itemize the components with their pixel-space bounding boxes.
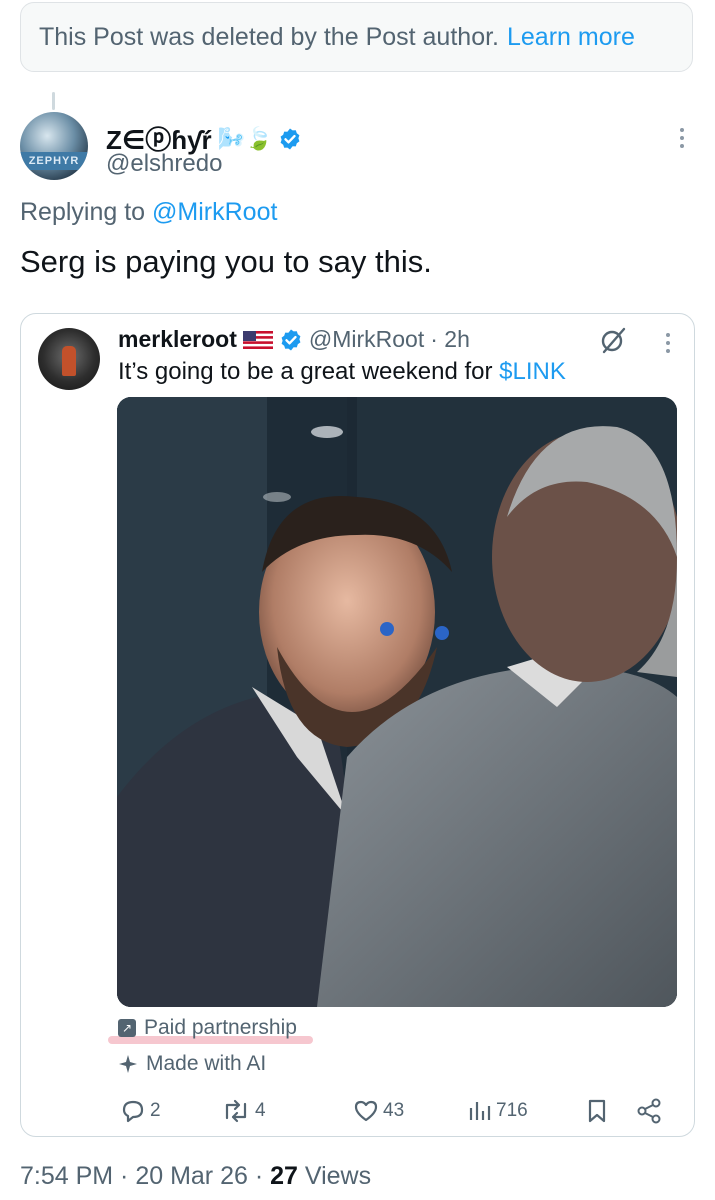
views-label: Views (304, 1162, 372, 1190)
learn-more-link[interactable]: Learn more (507, 23, 635, 52)
bookmark-icon[interactable] (584, 1098, 610, 1124)
views-count: 716 (496, 1100, 528, 1121)
reply-text: Serg is paying you to say this. (20, 244, 432, 279)
quoted-more-options-icon[interactable] (660, 333, 676, 353)
post-media-image[interactable] (117, 397, 677, 1007)
cashtag-link[interactable]: $LINK (499, 358, 566, 385)
quoted-author-avatar[interactable] (38, 328, 100, 390)
quoted-author-name[interactable]: merkleroot (118, 326, 237, 353)
deleted-post-notice: This Post was deleted by the Post author… (20, 2, 693, 72)
repost-action[interactable]: 4 (221, 1098, 266, 1124)
made-with-ai-label[interactable]: Made with AI (118, 1052, 266, 1076)
author-emoji-decoration: 🌬️🍃 (217, 125, 273, 151)
us-flag-icon (242, 330, 273, 349)
grok-icon[interactable] (598, 326, 628, 356)
like-count: 43 (383, 1100, 405, 1121)
quoted-post-text: It’s going to be a great weekend for $LI… (118, 358, 566, 386)
post-action-bar: 2 4 43 716 (118, 1096, 678, 1126)
reply-icon (122, 1100, 144, 1123)
thread-connector-line (52, 92, 55, 110)
replying-to-mention[interactable]: @MirkRoot (152, 198, 277, 226)
paid-partnership-icon: ↗ (118, 1019, 136, 1037)
repost-count: 4 (255, 1100, 266, 1121)
quoted-text-body: It’s going to be a great weekend for (118, 358, 493, 385)
share-icon[interactable] (636, 1098, 664, 1124)
reply-author-handle[interactable]: @elshredo (106, 150, 222, 178)
reply-action[interactable]: 2 (120, 1098, 161, 1124)
quoted-author-handle[interactable]: @MirkRoot (309, 326, 424, 353)
reply-author-avatar[interactable]: ZEPHYR (20, 112, 88, 180)
replying-prefix: Replying to (20, 198, 146, 226)
analytics-icon (469, 1102, 491, 1120)
views-action[interactable]: 716 (466, 1098, 528, 1124)
replying-to-line: Replying to @MirkRoot (20, 198, 277, 227)
paid-partnership-text: Paid partnership (144, 1016, 297, 1039)
like-action[interactable]: 43 (353, 1098, 404, 1124)
post-timestamp-footer: 7:54 PM · 20 Mar 26 · 27 Views (20, 1162, 371, 1191)
verified-badge-icon (281, 128, 300, 149)
post-timestamp: 7:54 PM · 20 Mar 26 · (20, 1162, 264, 1190)
quoted-post-time[interactable]: · 2h (430, 326, 470, 353)
sparkle-icon (119, 1055, 137, 1073)
made-with-ai-text: Made with AI (146, 1052, 267, 1075)
view-count: 27 (270, 1162, 298, 1190)
heart-icon (354, 1100, 378, 1122)
repost-icon (225, 1099, 247, 1123)
avatar-label: ZEPHYR (20, 152, 88, 170)
verified-badge-icon (281, 329, 301, 350)
quoted-post-header: merkleroot @MirkRoot · 2h (118, 326, 470, 353)
reply-count: 2 (150, 1100, 161, 1121)
paid-partnership-label[interactable]: ↗ Paid partnership (118, 1016, 297, 1040)
deleted-notice-text: This Post was deleted by the Post author… (39, 22, 499, 51)
more-options-icon[interactable] (674, 128, 690, 148)
